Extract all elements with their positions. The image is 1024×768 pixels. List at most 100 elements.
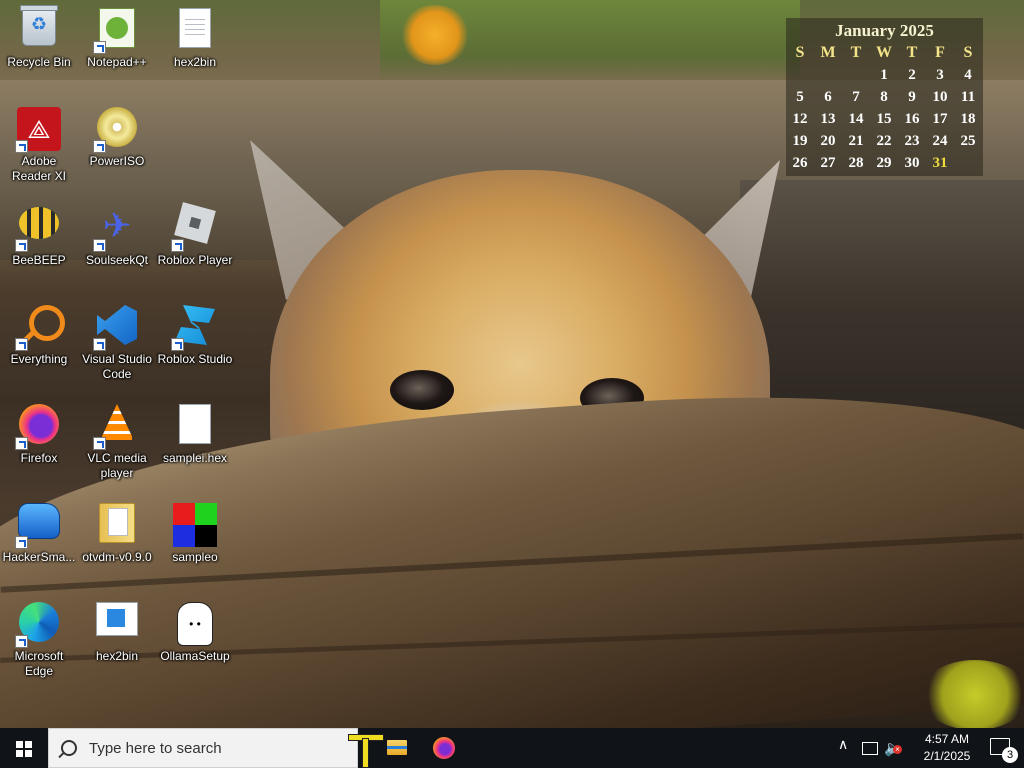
calendar-day: 14 [848, 111, 864, 127]
shortcut-arrow-icon [93, 239, 106, 252]
calendar-day: 24 [932, 133, 948, 149]
calendar-day: 22 [876, 133, 892, 149]
color-grid-icon [173, 503, 217, 547]
desktop-icon-label: BeeBEEP [12, 253, 66, 267]
calendar-day: 10 [932, 89, 948, 105]
taskbar-search-box[interactable]: Type here to search [48, 728, 358, 768]
shortcut-arrow-icon [15, 239, 28, 252]
mute-x-icon: × [893, 745, 902, 754]
desktop-icon-label: VLC media player [87, 451, 147, 480]
desktop-icon-roblox-player[interactable]: Roblox Player [156, 198, 234, 268]
calendar-day: 28 [848, 155, 864, 171]
notification-count-badge: 3 [1002, 747, 1018, 763]
magnifier-icon [29, 305, 65, 341]
traffic-cone-icon [102, 404, 132, 440]
desktop-icon-firefox[interactable]: Firefox [0, 396, 78, 466]
desktop-icon-microsoft-edge[interactable]: Microsoft Edge [0, 594, 78, 679]
desktop-icon-label: Roblox Player [157, 253, 233, 267]
network-icon[interactable] [862, 742, 878, 755]
calendar-day: 25 [960, 133, 976, 149]
shortcut-arrow-icon [171, 239, 184, 252]
desktop-icon-ollamasetup[interactable]: OllamaSetup [156, 594, 234, 664]
desktop-icon-hex2bin-app[interactable]: hex2bin [78, 594, 156, 664]
desktop-icon-label: sampleo [172, 550, 218, 564]
desktop-icon-label: samplei.hex [162, 451, 228, 465]
calendar-weekday: T [906, 44, 918, 61]
search-icon [61, 740, 77, 756]
desktop-icon-label: Adobe Reader XI [11, 154, 67, 183]
show-hidden-icons-chevron-icon[interactable]: ∧ [838, 736, 848, 753]
calendar-day: 29 [876, 155, 892, 171]
shortcut-arrow-icon [15, 536, 28, 549]
calendar-day: 15 [876, 111, 892, 127]
desktop-icon-label: PowerISO [89, 154, 145, 168]
desktop-icon-hackersmacker[interactable]: HackerSma... [0, 495, 78, 565]
calendar-day: 18 [960, 111, 976, 127]
calendar-day [786, 64, 814, 86]
desktop-icon-samplei-hex[interactable]: samplei.hex [156, 396, 234, 466]
firefox-icon [433, 737, 455, 759]
desktop-icon-sampleo[interactable]: sampleo [156, 495, 234, 565]
desktop-icon-notepad-plus-plus[interactable]: Notepad++ [78, 0, 156, 70]
desktop-icon-label: SoulseekQt [85, 253, 149, 267]
desktop-icon-label: HackerSma... [2, 550, 76, 564]
desktop-icon-label: Everything [10, 352, 68, 366]
calendar-day: 8 [880, 89, 888, 105]
desktop-icon-poweriso[interactable]: PowerISO [78, 99, 156, 169]
calendar-day: 17 [932, 111, 948, 127]
desktop-icon-recycle-bin[interactable]: Recycle Bin [0, 0, 78, 70]
desktop-icon-label: OllamaSetup [160, 649, 230, 663]
desktop-icon-label: Recycle Bin [7, 55, 71, 69]
desktop-icon-label: Firefox [20, 451, 58, 465]
desktop-icon-vscode[interactable]: Visual Studio Code [78, 297, 156, 382]
calendar-day-highlighted: 31 [932, 155, 948, 171]
shortcut-arrow-icon [15, 140, 28, 153]
application-window-icon [96, 602, 138, 636]
volume-muted-icon[interactable]: 🔈× [884, 739, 903, 757]
shortcut-arrow-icon [93, 437, 106, 450]
desktop-icon-everything[interactable]: Everything [0, 297, 78, 367]
calendar-day: 12 [792, 111, 808, 127]
shortcut-arrow-icon [15, 338, 28, 351]
desktop-icon-beebeep[interactable]: BeeBEEP [0, 198, 78, 268]
text-file-icon [179, 8, 211, 48]
calendar-day: 6 [824, 89, 832, 105]
desktop-icon-soulseekqt[interactable]: ✈ SoulseekQt [78, 198, 156, 268]
calendar-day [842, 64, 870, 86]
desktop-icon-label: Roblox Studio [157, 352, 233, 366]
calendar-day: 27 [820, 155, 836, 171]
calendar-gadget: January 2025 S M T W T F S 1 2 3 4 5 6 7… [786, 18, 983, 176]
calendar-day: 26 [792, 155, 808, 171]
desktop-icon-label: otvdm-v0.9.0 [82, 550, 152, 564]
desktop-icon-hex2bin-file[interactable]: hex2bin [156, 0, 234, 70]
clock-time: 4:57 AM [924, 732, 970, 746]
fist-icon [18, 503, 60, 539]
taskbar-app-firefox[interactable] [422, 728, 466, 768]
start-button[interactable] [0, 728, 48, 768]
roblox-icon [174, 202, 216, 244]
desktop-icon-label: Microsoft Edge [14, 649, 64, 678]
desktop-icon-roblox-studio[interactable]: Roblox Studio [156, 297, 234, 367]
desktop-icon-label: hex2bin [173, 55, 217, 69]
calendar-day: 21 [848, 133, 864, 149]
calendar-day: 13 [820, 111, 836, 127]
taskbar-app-file-explorer[interactable] [374, 728, 418, 768]
calendar-day: 11 [960, 89, 976, 105]
desktop-icon-otvdm[interactable]: otvdm-v0.9.0 [78, 495, 156, 565]
calendar-grid: S M T W T F S 1 2 3 4 5 6 7 8 9 10 11 12… [786, 42, 983, 174]
desktop-icon-adobe-reader[interactable]: ⟁ Adobe Reader XI [0, 99, 78, 184]
calendar-day: 23 [904, 133, 920, 149]
calendar-day: 30 [904, 155, 920, 171]
desktop-icon-label: hex2bin [95, 649, 139, 663]
calendar-day: 4 [964, 67, 972, 83]
shortcut-arrow-icon [15, 635, 28, 648]
desktop-icon-vlc[interactable]: VLC media player [78, 396, 156, 481]
shortcut-arrow-icon [171, 338, 184, 351]
calendar-day: 19 [792, 133, 808, 149]
desktop-icon-label: Notepad++ [87, 55, 147, 69]
calendar-weekday: W [876, 44, 892, 61]
calendar-weekday: S [795, 44, 805, 61]
system-tray: ∧ 🔈× 4:57 AM 2/1/2025 3 [824, 728, 1024, 768]
calendar-day: 9 [908, 89, 916, 105]
taskbar-clock[interactable]: 4:57 AM 2/1/2025 [916, 731, 978, 765]
